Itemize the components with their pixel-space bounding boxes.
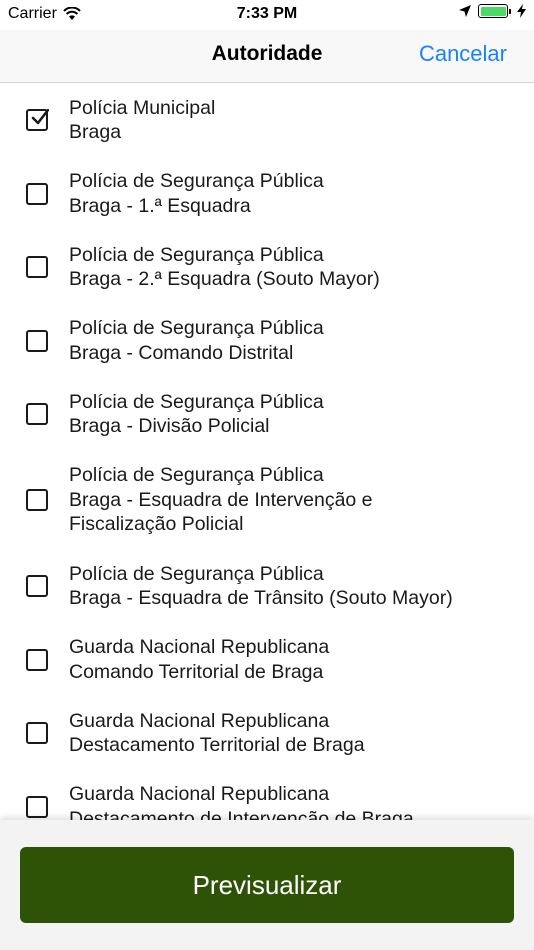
- item-title: Polícia de Segurança Pública: [69, 464, 324, 487]
- checkbox[interactable]: [26, 329, 48, 352]
- item-text: Polícia de Segurança Pública Braga - Com…: [69, 316, 324, 365]
- item-title: Polícia de Segurança Pública: [69, 170, 324, 192]
- navigation-bar: Autoridade Cancelar: [0, 30, 534, 83]
- item-title: Guarda Nacional Republicana: [69, 709, 330, 732]
- item-title: Polícia de Segurança Pública: [69, 390, 324, 413]
- checkbox[interactable]: [26, 575, 48, 597]
- item-subtitle: Braga - Comando Distrital: [69, 341, 294, 364]
- item-text: Guarda Nacional Republicana Destacamento…: [69, 782, 414, 820]
- item-subtitle: Braga: [69, 121, 122, 143]
- item-text: Polícia de Segurança Pública Braga - 1.ª…: [69, 169, 324, 218]
- checkbox[interactable]: [26, 403, 48, 425]
- checkbox[interactable]: [26, 489, 48, 511]
- checkmark-icon: [31, 109, 49, 125]
- bolt-icon: [517, 4, 526, 18]
- item-title: Guarda Nacional Republicana: [69, 783, 330, 805]
- item-title: Polícia de Segurança Pública: [69, 317, 324, 339]
- item-title: Polícia de Segurança Pública: [69, 243, 324, 266]
- status-right: [458, 4, 526, 18]
- item-subtitle: Braga - Esquadra de Intervenção e: [69, 488, 373, 511]
- item-text: Polícia de Segurança Pública Braga - 2.ª…: [69, 243, 380, 292]
- status-bar: Carrier 7:33 PM: [0, 0, 534, 30]
- list-item[interactable]: Polícia Municipal Braga: [0, 83, 534, 157]
- item-subtitle: Braga - 1.ª Esquadra: [69, 194, 251, 217]
- item-subtitle-continued: Fiscalização Policial: [69, 513, 244, 536]
- item-subtitle: Destacamento de Intervenção de Braga: [69, 807, 414, 821]
- item-text: Guarda Nacional Republicana Comando Terr…: [69, 635, 329, 684]
- checkbox[interactable]: [26, 795, 48, 818]
- item-text: Polícia de Segurança Pública Braga - Esq…: [69, 562, 453, 611]
- item-text: Guarda Nacional Republicana Destacamento…: [69, 709, 365, 758]
- list-item[interactable]: Polícia de Segurança Pública Braga - Esq…: [0, 549, 534, 623]
- checkbox[interactable]: [26, 722, 48, 744]
- item-title: Polícia de Segurança Pública: [69, 562, 324, 585]
- checkbox[interactable]: [26, 256, 48, 278]
- cancel-button[interactable]: Cancelar: [419, 41, 507, 67]
- battery-level: [480, 6, 506, 16]
- item-text: Polícia de Segurança Pública Braga - Div…: [69, 390, 324, 439]
- item-subtitle: Braga - Divisão Policial: [69, 415, 270, 437]
- list-item[interactable]: Polícia de Segurança Pública Braga - Esq…: [0, 451, 534, 549]
- authority-list: Polícia Municipal Braga Polícia de Segur…: [0, 83, 534, 820]
- preview-button[interactable]: Previsualizar: [20, 847, 514, 923]
- list-item[interactable]: Polícia de Segurança Pública Braga - 2.ª…: [0, 230, 534, 304]
- list-item[interactable]: Guarda Nacional Republicana Destacamento…: [0, 770, 534, 820]
- item-subtitle: Braga - Esquadra de Trânsito (Souto Mayo…: [69, 587, 453, 609]
- checkbox[interactable]: [26, 648, 48, 671]
- item-title: Polícia Municipal: [69, 96, 216, 119]
- item-title: Guarda Nacional Republicana: [69, 636, 330, 658]
- location-arrow-icon: [459, 5, 471, 17]
- battery-tip: [509, 8, 511, 14]
- item-text: Polícia de Segurança Pública Braga - Esq…: [69, 463, 373, 537]
- list-item[interactable]: Guarda Nacional Republicana Destacamento…: [0, 696, 534, 770]
- battery-icon: [478, 4, 508, 18]
- checkbox-checked[interactable]: [26, 109, 49, 131]
- item-subtitle: Destacamento Territorial de Braga: [69, 734, 365, 756]
- bottom-bar: Previsualizar: [0, 820, 534, 950]
- item-subtitle: Comando Territorial de Braga: [69, 660, 324, 683]
- list-item[interactable]: Polícia de Segurança Pública Braga - Div…: [0, 377, 534, 451]
- list-item[interactable]: Polícia de Segurança Pública Braga - 1.ª…: [0, 157, 534, 230]
- list-item[interactable]: Polícia de Segurança Pública Braga - Com…: [0, 304, 534, 377]
- checkbox[interactable]: [26, 182, 48, 205]
- status-time: 7:33 PM: [236, 5, 298, 22]
- item-text: Polícia Municipal Braga: [69, 96, 215, 145]
- list-item[interactable]: Guarda Nacional Republicana Comando Terr…: [0, 623, 534, 696]
- item-subtitle: Braga - 2.ª Esquadra (Souto Mayor): [69, 268, 380, 290]
